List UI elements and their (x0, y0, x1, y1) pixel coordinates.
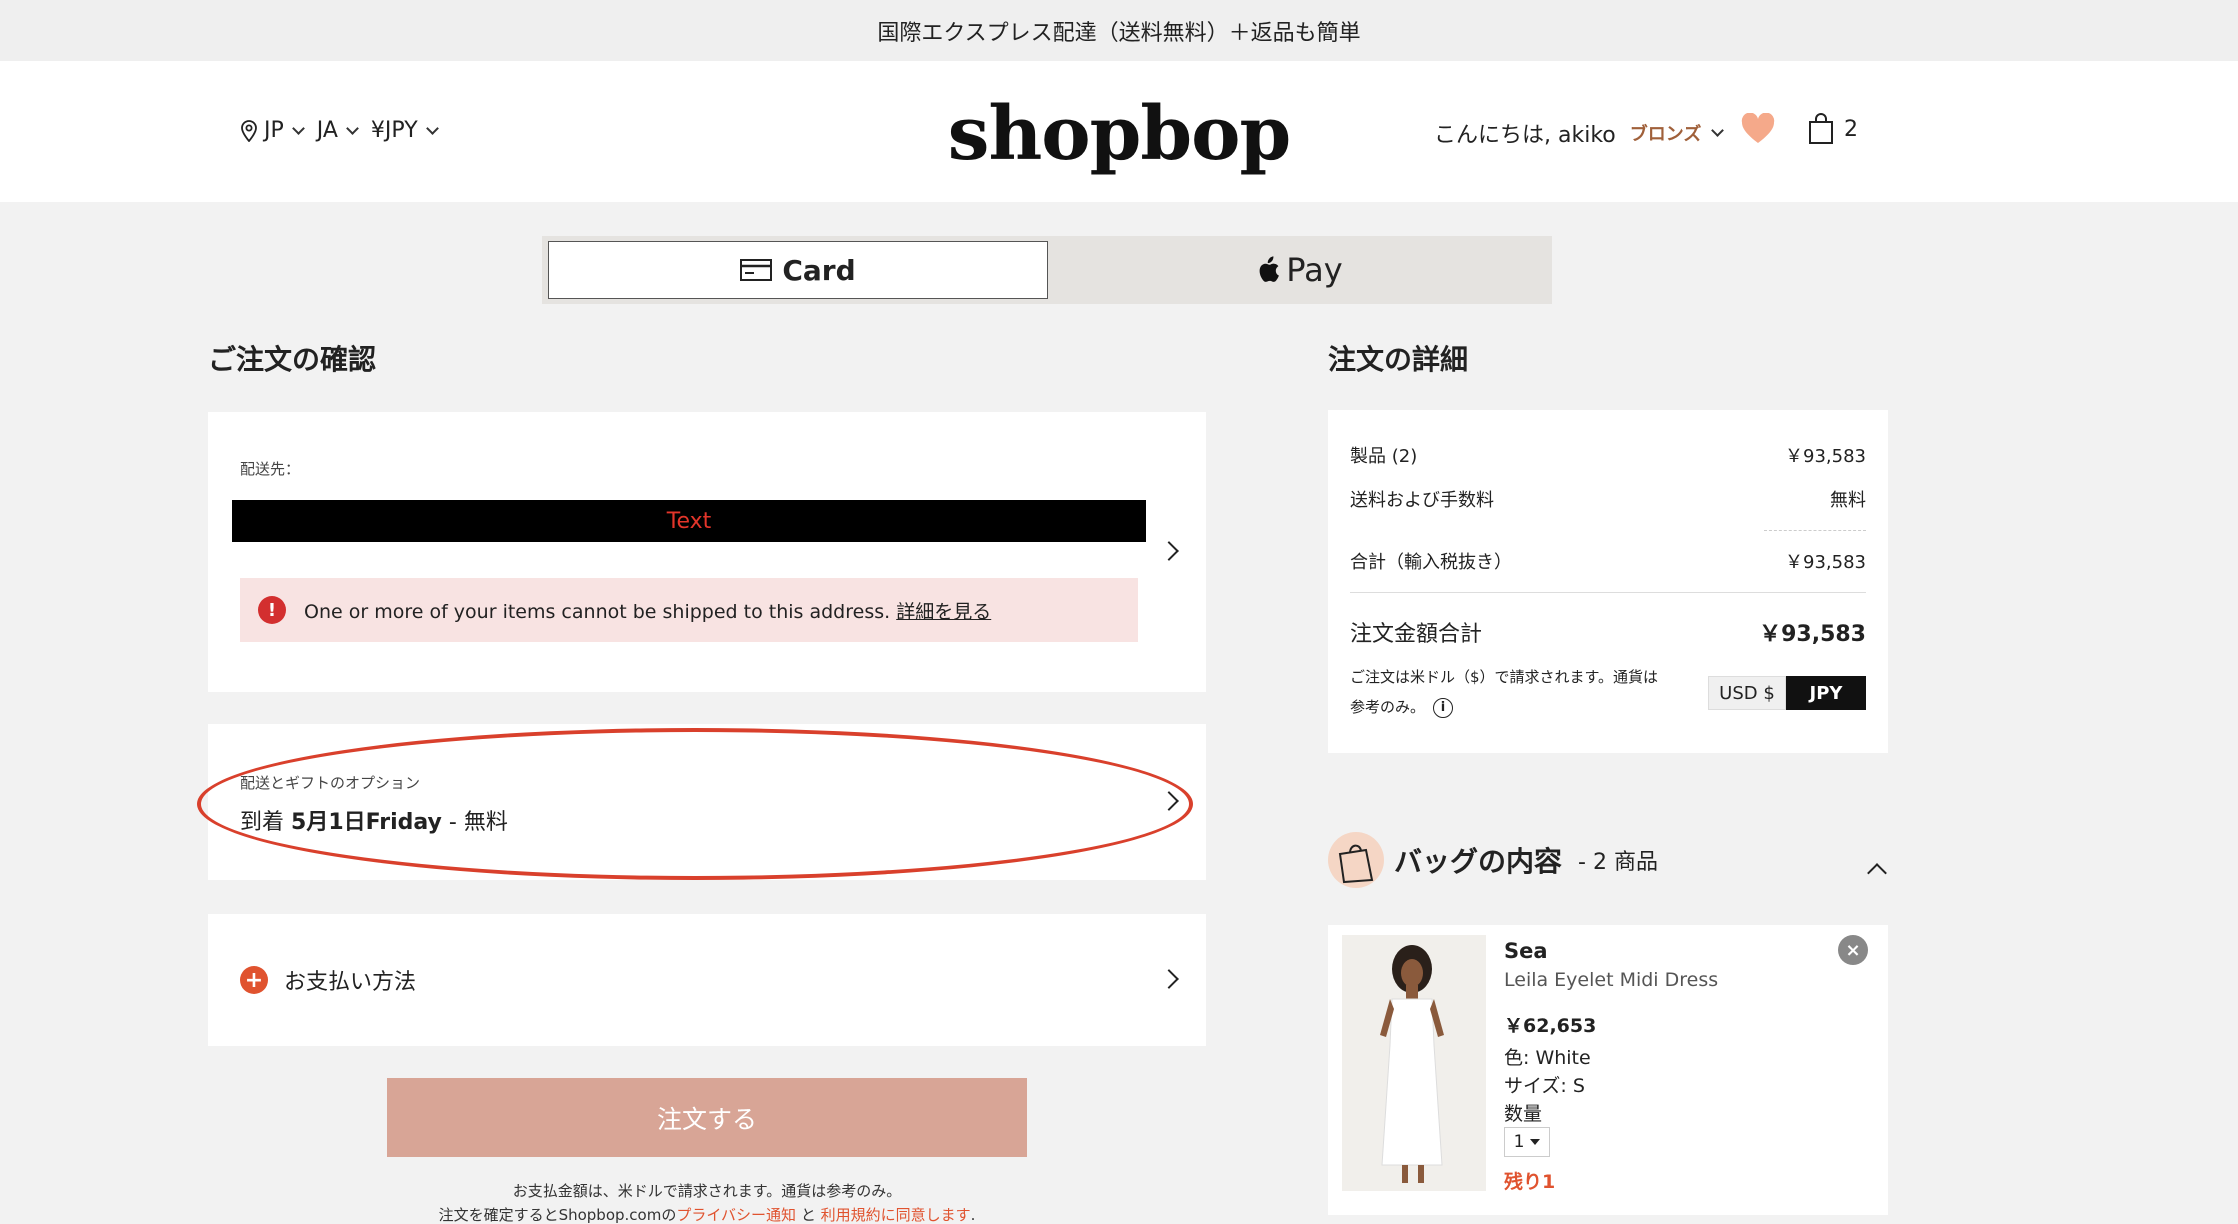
account-menu[interactable]: こんにちは, akiko ブロンズ (1434, 117, 1725, 149)
redacted-address: Text (232, 500, 1146, 542)
add-icon: + (240, 966, 268, 994)
chevron-right-icon[interactable] (1159, 541, 1179, 561)
divider (1764, 530, 1866, 531)
terms-link[interactable]: 利用規約に同意します (821, 1206, 971, 1224)
consent-end: . (970, 1206, 976, 1224)
alert-details-link[interactable]: 詳細を見る (896, 601, 991, 623)
product-image[interactable] (1342, 935, 1486, 1191)
site-header: JP JA ¥JPY shopbop こんにちは, akiko ブロンズ 2 (0, 61, 2238, 202)
card-payment-tab[interactable]: Card (548, 241, 1048, 299)
total-row: 注文金額合計 ￥93,583 (1350, 616, 1866, 648)
remove-item-button[interactable]: × (1838, 935, 1868, 965)
order-summary-card: 製品 (2) ￥93,583 送料および手数料 無料 合計（輸入税抜き） ￥93… (1328, 410, 1888, 753)
bag-item-count: - 2 商品 (1578, 850, 1658, 875)
currency-note-text: ご注文は米ドル（$）で請求されます。通貨は参考のみ。 (1350, 668, 1659, 716)
delivery-options-card[interactable]: 配送とギフトのオプション 到着 5月1日Friday - 無料 (208, 724, 1206, 880)
shipping-row: 送料および手数料 無料 (1350, 486, 1866, 512)
apple-logo-icon (1259, 256, 1280, 282)
usd-option[interactable]: USD $ (1708, 676, 1786, 710)
chevron-right-icon[interactable] (1159, 969, 1179, 989)
payment-method-label: お支払い方法 (284, 970, 417, 995)
delivery-options-label: 配送とギフトのオプション (240, 774, 421, 792)
wishlist-button[interactable] (1740, 112, 1776, 149)
place-order-button[interactable]: 注文する (387, 1078, 1027, 1157)
shopping-bag-button[interactable]: 2 (1808, 113, 1858, 145)
currency-toggle: USD $ JPY (1708, 676, 1866, 710)
membership-tier: ブロンズ (1629, 124, 1702, 145)
delivery-date: 5月1日Friday (291, 810, 442, 835)
product-name[interactable]: Leila Eyelet Midi Dress (1504, 969, 1718, 991)
alert-message: One or more of your items cannot be ship… (304, 597, 991, 624)
redaction-text: Text (666, 508, 712, 534)
total-label: 注文金額合計 (1350, 622, 1483, 647)
credit-card-icon (740, 259, 773, 281)
site-logo[interactable]: shopbop (0, 91, 2238, 177)
payment-type-toggle: Card Pay (542, 236, 1552, 304)
consent-prefix: 注文を確定するとShopbop.comの (438, 1206, 677, 1224)
subtotal-row: 合計（輸入税抜き） ￥93,583 (1350, 548, 1866, 574)
caret-down-icon (1530, 1139, 1541, 1145)
bag-illustration-icon (1328, 832, 1384, 888)
delivery-prefix: 到着 (240, 810, 285, 835)
chevron-down-icon (1711, 124, 1725, 137)
quantity-value: 1 (1513, 1132, 1525, 1152)
shopping-bag-icon (1809, 113, 1833, 144)
consent-and: と (800, 1206, 816, 1224)
product-color: 色: White (1504, 1047, 1591, 1069)
quantity-select[interactable]: 1 (1504, 1127, 1550, 1157)
products-row: 製品 (2) ￥93,583 (1350, 442, 1866, 468)
greeting-text: こんにちは, akiko (1434, 123, 1616, 148)
promo-text: 国際エクスプレス配達（送料無料）＋返品も簡単 (877, 20, 1361, 46)
delivery-estimate: 到着 5月1日Friday - 無料 (240, 804, 508, 836)
bag-item-card: Sea Leila Eyelet Midi Dress ￥62,653 色: W… (1328, 925, 1888, 1215)
payment-method-row: + お支払い方法 (240, 964, 416, 996)
chevron-up-icon[interactable] (1867, 863, 1887, 883)
shipping-value: 無料 (1830, 490, 1866, 511)
delivery-cost: - 無料 (441, 810, 508, 835)
product-price: ￥62,653 (1504, 1015, 1597, 1037)
jpy-option[interactable]: JPY (1786, 676, 1866, 710)
shipping-label: 送料および手数料 (1350, 490, 1494, 511)
order-details-title: 注文の詳細 (1328, 343, 1469, 376)
bag-count: 2 (1844, 116, 1858, 142)
bag-title: バッグの内容 (1394, 845, 1563, 878)
heart-icon (1741, 112, 1775, 143)
product-size: サイズ: S (1504, 1075, 1585, 1097)
bag-contents-header[interactable]: バッグの内容 - 2 商品 (1328, 832, 1658, 888)
legal-consent: 注文を確定するとShopbop.comのプライバシー通知 と 利用規約に同意しま… (300, 1204, 1114, 1224)
card-tab-label: Card (782, 253, 856, 287)
shipping-address-card[interactable]: 配送先： Text ! One or more of your items ca… (208, 412, 1206, 692)
apple-pay-label: Pay (1286, 251, 1343, 289)
ship-to-label: 配送先： (240, 460, 301, 478)
products-value: ￥93,583 (1785, 446, 1866, 467)
review-title: ご注文の確認 (208, 343, 377, 376)
info-icon[interactable]: i (1433, 697, 1454, 718)
stock-remaining: 残り1 (1504, 1171, 1556, 1193)
product-brand[interactable]: Sea (1504, 939, 1548, 963)
divider (1350, 592, 1866, 593)
shipping-alert: ! One or more of your items cannot be sh… (240, 578, 1138, 642)
privacy-link[interactable]: プライバシー通知 (676, 1206, 796, 1224)
promo-banner: 国際エクスプレス配達（送料無料）＋返品も簡単 (0, 0, 2238, 61)
total-value: ￥93,583 (1759, 622, 1866, 647)
subtotal-label: 合計（輸入税抜き） (1350, 552, 1512, 573)
products-label: 製品 (2) (1350, 446, 1418, 467)
billing-note: お支払金額は、米ドルで請求されます。通貨は参考のみ。 (512, 1182, 902, 1200)
quantity-label: 数量 (1504, 1103, 1543, 1125)
payment-method-card[interactable]: + お支払い方法 (208, 914, 1206, 1046)
error-icon: ! (258, 596, 286, 624)
alert-text: One or more of your items cannot be ship… (304, 600, 891, 623)
chevron-right-icon[interactable] (1159, 791, 1179, 811)
currency-note: ご注文は米ドル（$）で請求されます。通貨は参考のみ。 i (1350, 662, 1670, 722)
apple-pay-tab[interactable]: Pay (1052, 241, 1547, 299)
subtotal-value: ￥93,583 (1785, 552, 1866, 573)
